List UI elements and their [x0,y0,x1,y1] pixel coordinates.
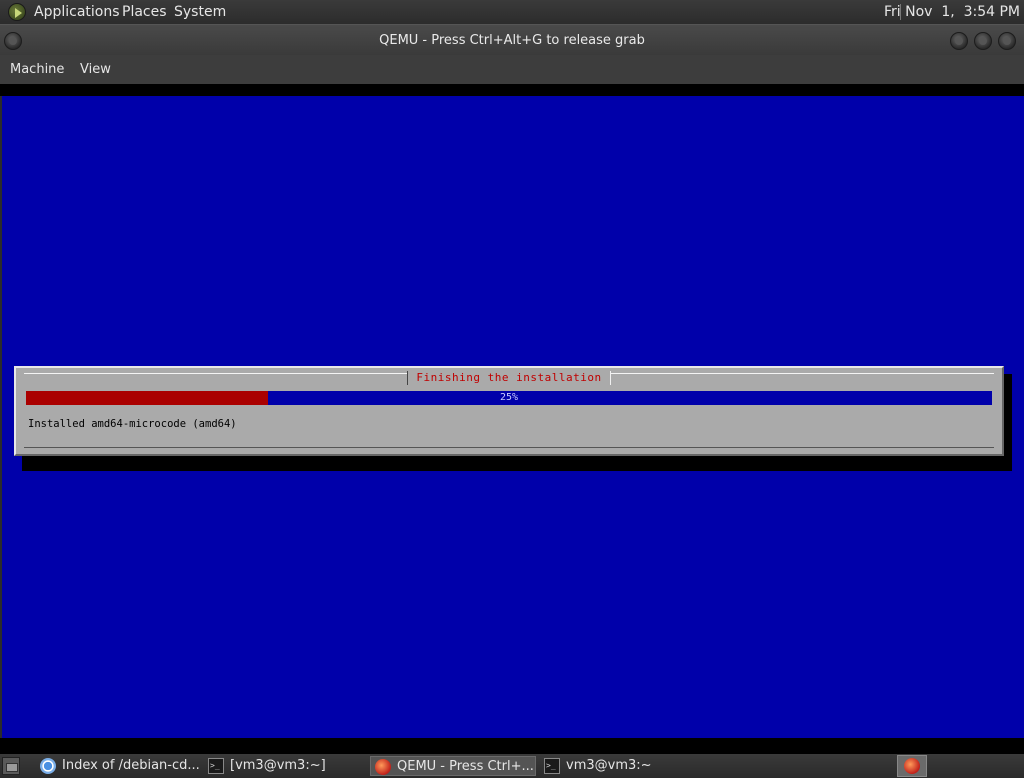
qemu-icon [904,758,920,774]
top-panel: Applications Places System Fri Nov 1, 3:… [0,0,1024,24]
window-titlebar[interactable]: QEMU - Press Ctrl+Alt+G to release grab [0,24,1024,55]
display-border-top [0,84,1024,96]
task-qemu[interactable]: QEMU - Press Ctrl+... [370,756,536,776]
chrome-icon [40,758,56,774]
task-label: QEMU - Press Ctrl+... [397,759,534,774]
menubar: Machine View [0,55,1024,84]
close-button[interactable] [998,32,1016,50]
display-border-bottom [0,738,1024,754]
maximize-button[interactable] [974,32,992,50]
status-text: Installed amd64-microcode (amd64) [28,418,237,430]
dialog-title: Finishing the installation [407,371,611,385]
clock[interactable]: Fri Nov 1, 3:54 PM [884,4,1020,20]
task-label: vm3@vm3:~ [566,758,652,773]
terminal-icon [208,756,224,776]
terminal-icon [544,756,560,776]
places-menu[interactable]: Places [122,4,167,20]
menu-view[interactable]: View [80,62,111,78]
progress-percent: 25% [499,392,519,403]
task-terminal-1[interactable]: [vm3@vm3:~] [204,756,369,776]
qemu-icon [375,759,391,775]
applications-icon[interactable] [8,3,26,21]
window-title: QEMU - Press Ctrl+Alt+G to release grab [379,33,645,48]
menu-machine[interactable]: Machine [10,62,64,78]
dialog-frame-bottom [24,447,994,448]
applications-menu[interactable]: Applications [34,4,120,20]
progress-bar: 25% [26,391,992,405]
vm-display[interactable]: Finishing the installation 25% Installed… [2,96,1024,738]
task-label: [vm3@vm3:~] [230,758,326,773]
task-label: Index of /debian-cd... [62,758,200,773]
show-desktop-icon[interactable] [2,757,20,775]
taskbar: Index of /debian-cd... [vm3@vm3:~] QEMU … [0,754,1024,778]
minimize-button[interactable] [950,32,968,50]
tray-qemu-button[interactable] [897,755,927,777]
system-menu[interactable]: System [174,4,226,20]
task-browser[interactable]: Index of /debian-cd... [36,756,201,776]
progress-dialog: Finishing the installation 25% Installed… [14,366,1004,456]
task-terminal-2[interactable]: vm3@vm3:~ [540,756,705,776]
